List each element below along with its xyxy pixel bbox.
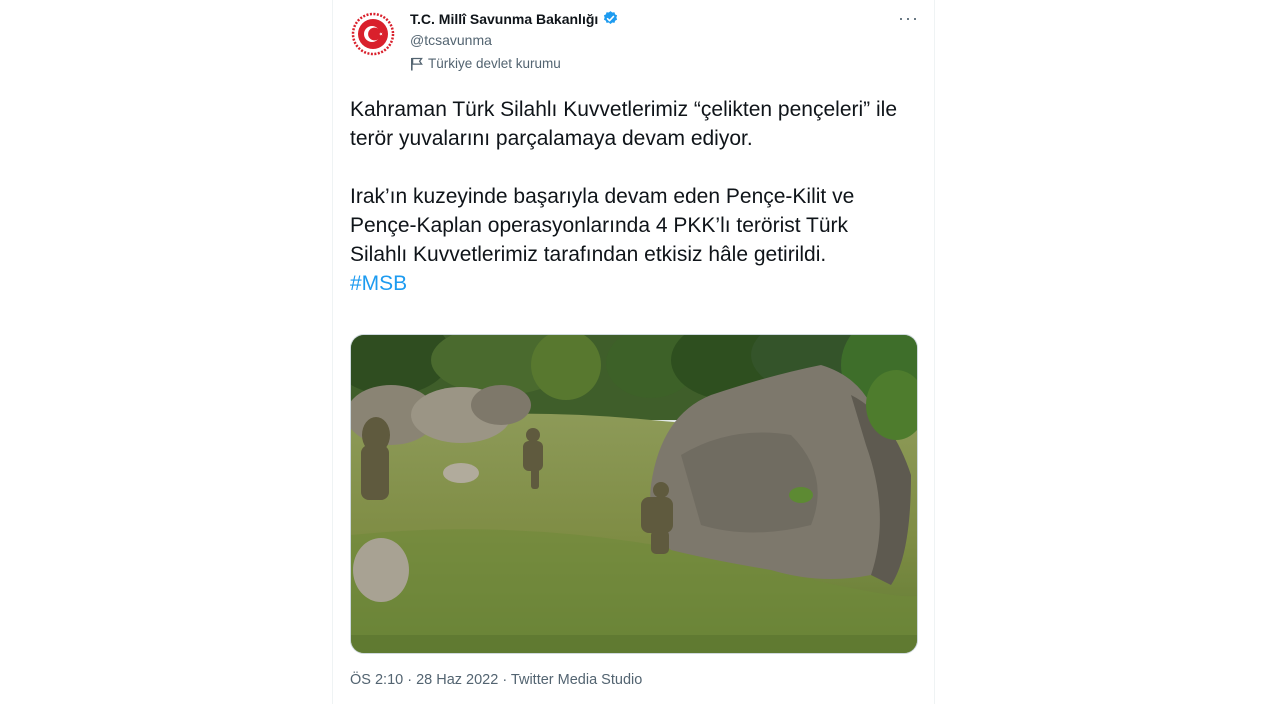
flag-icon [411, 57, 423, 70]
affiliation-label: Türkiye devlet kurumu [410, 56, 561, 71]
tweet-paragraph-1: Kahraman Türk Silahlı Kuvvetlerimiz “çel… [350, 98, 897, 150]
avatar[interactable] [351, 12, 395, 56]
verified-badge-icon [604, 11, 618, 24]
tweet-metadata[interactable]: ÖS 2:10 · 28 Haz 2022 · Twitter Media St… [350, 672, 642, 688]
soldiers-rocky-field-photo [351, 335, 917, 653]
hashtag-link[interactable]: #MSB [350, 272, 407, 295]
tweet-paragraph-2: Irak’ın kuzeyinde başarıyla devam eden P… [350, 185, 855, 266]
tweet-media-image[interactable] [350, 334, 918, 654]
more-options-icon[interactable]: ··· [898, 8, 919, 29]
author-name[interactable]: T.C. Millî Savunma Bakanlığı [410, 11, 598, 27]
tweet-card: T.C. Millî Savunma Bakanlığı @tcsavunma … [332, 0, 935, 704]
tweet-text: Kahraman Türk Silahlı Kuvvetlerimiz “çel… [350, 95, 910, 298]
affiliation-text: Türkiye devlet kurumu [428, 56, 561, 71]
author-row: T.C. Millî Savunma Bakanlığı [410, 10, 619, 27]
author-handle[interactable]: @tcsavunma [410, 32, 492, 48]
crescent-star-emblem-icon [351, 12, 395, 56]
